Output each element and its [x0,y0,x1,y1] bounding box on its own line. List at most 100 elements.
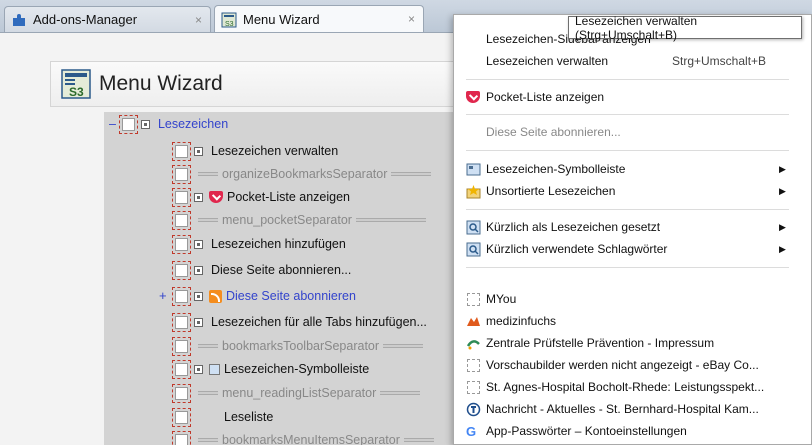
checkbox[interactable] [172,336,191,356]
menu-item-recent-tags[interactable]: Kürzlich verwendete Schlagwörter ▶ [454,238,811,260]
menu-item-icon [194,146,203,156]
checkbox[interactable] [172,210,191,230]
checkbox[interactable] [172,141,191,161]
tree-label: Leseliste [224,410,274,424]
checkbox[interactable] [118,114,138,134]
separator-line [403,438,434,442]
bookmark-item[interactable]: Nachricht - Aktuelles - St. Bernhard-Hos… [454,398,811,420]
checkbox[interactable] [172,359,191,379]
hospital-logo-icon [466,402,481,416]
search-folder-icon [466,242,481,256]
pocket-icon [466,90,481,105]
blank-page-icon [466,292,481,307]
menu-item-label: Vorschaubilder werden nicht angezeigt - … [486,358,759,372]
separator-line [380,391,421,395]
tab-menu-wizard[interactable]: S3 Menu Wizard × [214,5,424,33]
tooltip: Lesezeichen verwalten (Strg+Umschalt+B) [568,14,802,42]
menu-item-manage-bookmarks[interactable]: Lesezeichen verwalten Strg+Umschalt+B [454,50,811,72]
menu-item-icon [194,317,203,327]
checkbox[interactable] [172,164,191,184]
menu-item-label: medizinfuchs [486,314,557,328]
tree-row[interactable]: Diese Seite abonnieren... [172,260,351,280]
tree-label: Lesezeichen-Symbolleiste [224,362,370,376]
toolbar-icon [209,363,220,375]
close-icon[interactable]: × [408,12,415,26]
blank-page-icon [466,358,481,373]
svg-text:S3: S3 [225,21,234,28]
tree-label: Lesezeichen für alle Tabs hinzufügen... [211,315,427,329]
page-header: S3 Menu Wizard [50,61,470,107]
tree-row-separator[interactable]: menu_pocketSeparator [172,210,426,230]
menu-separator [466,267,789,268]
collapse-toggle[interactable]: – [109,117,116,131]
menu-item-label: App-Passwörter – Kontoeinstellungen [486,424,687,438]
menu-item-unsorted[interactable]: Unsortierte Lesezeichen ▶ [454,180,811,202]
tree-row[interactable]: Pocket-Liste anzeigen [172,187,350,207]
checkbox[interactable] [172,430,191,445]
menu-item-icon [194,364,203,374]
menu-item-pocket[interactable]: Pocket-Liste anzeigen [454,86,811,108]
separator-line [198,218,218,222]
tree-label: bookmarksToolbarSeparator [222,339,380,353]
bookmark-item[interactable]: MYou [454,288,811,310]
bookmark-item[interactable]: Zentrale Prüfstelle Prävention - Impress… [454,332,811,354]
menu-separator [466,79,789,80]
menu-item-label: Unsortierte Lesezeichen [486,184,616,198]
bookmark-item[interactable]: G App-Passwörter – Kontoeinstellungen [454,420,811,442]
checkbox[interactable] [172,383,191,403]
blank-page-icon [466,380,481,395]
tree-label: bookmarksMenuItemsSeparator [222,433,400,445]
pocket-icon [209,191,223,203]
tree-row-separator[interactable]: bookmarksToolbarSeparator [172,336,424,356]
tree-row-separator[interactable]: organizeBookmarksSeparator [172,164,432,184]
bookmark-item[interactable]: Vorschaubilder werden nicht angezeigt - … [454,354,811,376]
tree-row[interactable]: Lesezeichen-Symbolleiste [172,359,370,379]
tree-row[interactable]: Lesezeichen verwalten [172,141,339,161]
menu-item-label: MYou [486,292,517,306]
checkbox[interactable] [172,234,191,254]
checkbox[interactable] [172,260,191,280]
tree-label: menu_pocketSeparator [222,213,352,227]
tree-label: organizeBookmarksSeparator [222,167,388,181]
menu-wizard-icon: S3 [61,69,91,99]
tree-row-separator[interactable]: menu_readingListSeparator [172,383,421,403]
tree-row[interactable]: Leseliste [172,407,274,427]
tree-row[interactable]: Lesezeichen hinzufügen [172,234,346,254]
menu-item-bookmarks-toolbar[interactable]: Lesezeichen-Symbolleiste ▶ [454,158,811,180]
google-icon: G [466,423,477,439]
separator-line [198,391,218,395]
menu-item-label: Diese Seite abonnieren... [486,125,621,139]
tree-label: Lesezeichen verwalten [211,144,339,158]
tree-row[interactable]: Diese Seite abonnieren [172,286,356,306]
tab-addons-manager[interactable]: Add-ons-Manager × [4,6,211,32]
checkbox[interactable] [172,312,191,332]
checkbox[interactable] [172,286,191,306]
bookmark-item[interactable]: St. Agnes-Hospital Bocholt-Rhede: Leistu… [454,376,811,398]
checkbox[interactable] [172,407,191,427]
tab-label: Menu Wizard [243,12,320,27]
menu-item-recent-bookmarks[interactable]: Kürzlich als Lesezeichen gesetzt ▶ [454,216,811,238]
separator-line [355,218,426,222]
bookmark-item[interactable]: medizinfuchs [454,310,811,332]
tree-root-lesezeichen[interactable]: – Lesezeichen [109,114,228,134]
menu-item-icon [194,192,203,202]
separator-line [383,344,424,348]
checkbox[interactable] [172,187,191,207]
submenu-arrow-icon: ▶ [779,221,786,232]
tree-row[interactable]: Lesezeichen für alle Tabs hinzufügen... [172,312,427,332]
expand-toggle[interactable]: + [159,288,167,303]
menu-separator [466,114,789,115]
tab-label: Add-ons-Manager [33,12,138,27]
tree-label: Pocket-Liste anzeigen [227,190,350,204]
tree-label: menu_readingListSeparator [222,386,377,400]
tree-row-separator[interactable]: bookmarksMenuItemsSeparator [172,430,434,445]
menu-item-icon [194,265,203,275]
star-folder-icon [466,184,481,198]
separator-line [198,438,218,442]
separator-line [198,172,218,176]
tree-label: Lesezeichen [157,117,229,131]
menu-item-label: Kürzlich verwendete Schlagwörter [486,242,668,256]
puzzle-icon [13,13,25,26]
close-icon[interactable]: × [195,13,202,27]
menu-item-subscribe: Diese Seite abonnieren... [454,121,811,143]
